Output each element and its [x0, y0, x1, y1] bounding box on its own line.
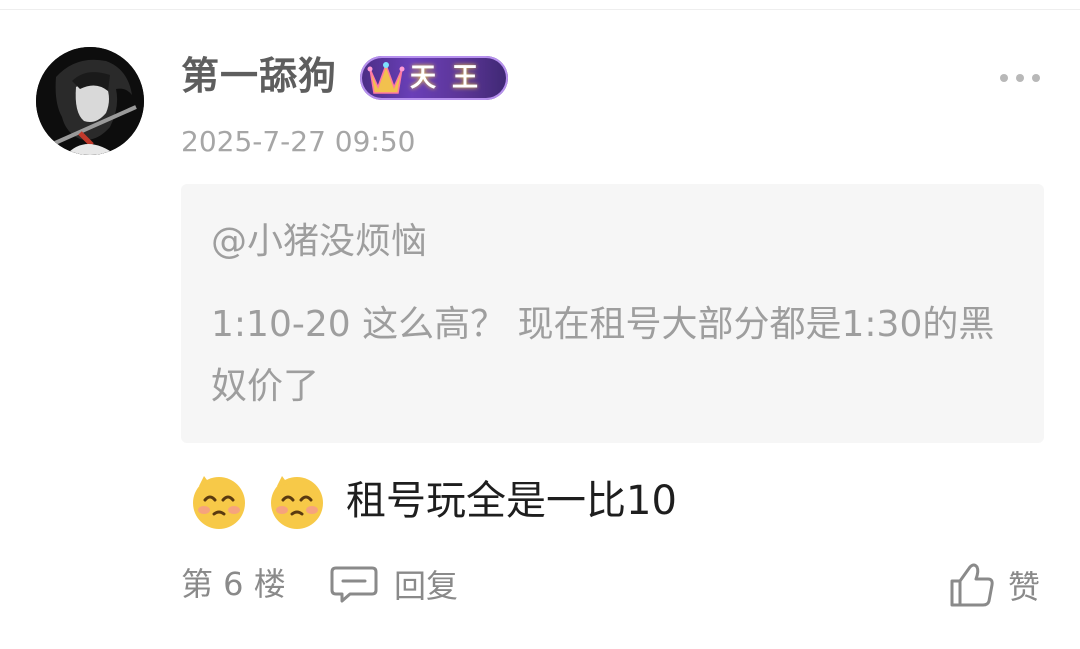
like-label: 赞	[1008, 568, 1041, 606]
more-options-button[interactable]	[1000, 66, 1040, 90]
badge-text: 天王	[410, 63, 495, 93]
quoted-username[interactable]: @小猪没烦恼	[211, 218, 427, 266]
timestamp: 2025-7-27 09:50	[181, 125, 416, 158]
username[interactable]: 第一舔狗	[181, 50, 337, 102]
comment-text: 租号玩全是一比10	[346, 478, 677, 524]
comment-content: 租号玩全是一比10	[190, 466, 677, 536]
comment-bubble-icon	[330, 566, 378, 603]
floor-number: 第 6 楼	[181, 565, 286, 603]
top-divider	[0, 9, 1080, 10]
reply-label: 回复	[394, 567, 459, 605]
pleading-face-emoji	[271, 476, 323, 529]
like-button[interactable]: 赞	[948, 560, 1040, 610]
more-dot-icon	[1032, 74, 1040, 82]
crown-icon	[367, 62, 405, 94]
avatar-image	[36, 47, 144, 155]
quoted-comment[interactable]: @小猪没烦恼 1:10-20 这么高？ 现在租号大部分都是1:30的黑奴价了	[181, 184, 1044, 443]
more-dot-icon	[1000, 74, 1008, 82]
avatar[interactable]	[36, 47, 144, 155]
thumbs-up-icon	[950, 563, 994, 607]
quoted-text: 1:10-20 这么高？ 现在租号大部分都是1:30的黑奴价了	[211, 304, 995, 407]
level-badge[interactable]: 天王	[360, 56, 508, 100]
more-dot-icon	[1016, 74, 1024, 82]
pleading-face-emoji	[193, 476, 245, 529]
reply-button[interactable]: 回复	[330, 562, 458, 606]
